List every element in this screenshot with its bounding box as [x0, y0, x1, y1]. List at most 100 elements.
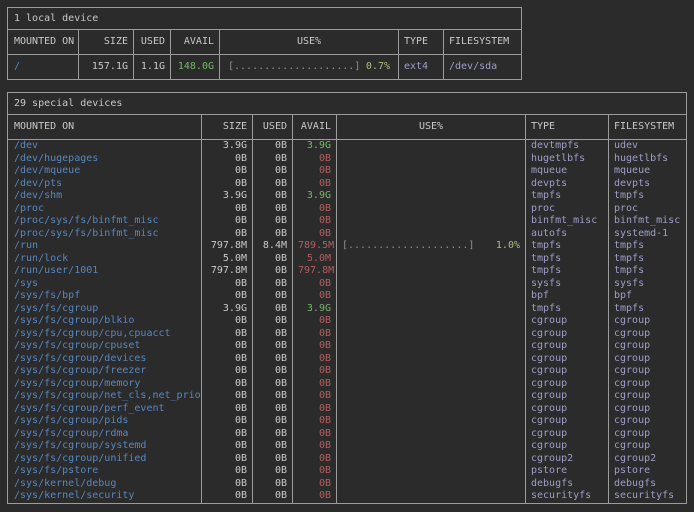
usage-bar: [....................] [342, 240, 474, 253]
filesystem-cell: cgroup2 [609, 453, 686, 466]
table-row: /sys/fs/cgroup/pids0B0B0Bcgroupcgroup [8, 415, 686, 428]
mount-point-cell: /sys/fs/cgroup/perf_event [8, 403, 202, 416]
filesystem-cell: devpts [609, 178, 686, 191]
type-cell: debugfs [526, 478, 609, 491]
type-cell: cgroup [526, 428, 609, 441]
avail-cell: 0B [293, 203, 337, 216]
type-cell: tmpfs [526, 303, 609, 316]
size-cell: 797.8M [202, 240, 253, 253]
usage-cell [337, 365, 526, 378]
column-header-used: USED [134, 30, 171, 54]
type-cell: tmpfs [526, 265, 609, 278]
usage-cell [337, 428, 526, 441]
type-cell: cgroup [526, 328, 609, 341]
used-cell: 0B [253, 378, 293, 391]
type-cell: cgroup [526, 378, 609, 391]
avail-cell: 0B [293, 390, 337, 403]
type-cell: tmpfs [526, 240, 609, 253]
usage-cell [337, 253, 526, 266]
column-header-avail: AVAIL [171, 30, 220, 54]
avail-cell: 0B [293, 353, 337, 366]
table-row: /sys/fs/bpf0B0B0Bbpfbpf [8, 290, 686, 303]
mount-point-cell: /dev [8, 140, 202, 153]
avail-cell: 3.9G [293, 140, 337, 153]
used-cell: 0B [253, 178, 293, 191]
filesystem-cell: cgroup [609, 365, 686, 378]
mount-point-cell: /run/lock [8, 253, 202, 266]
local-devices-table: 1 local deviceMOUNTED ONSIZEUSEDAVAILUSE… [7, 7, 522, 80]
table-row: /sys/fs/cgroup/devices0B0B0Bcgroupcgroup [8, 353, 686, 366]
type-cell: cgroup [526, 353, 609, 366]
table-row: /sys0B0B0Bsysfssysfs [8, 278, 686, 291]
filesystem-cell: securityfs [609, 490, 686, 503]
mount-point-cell: /sys/fs/pstore [8, 465, 202, 478]
type-cell: devpts [526, 178, 609, 191]
type-cell: pstore [526, 465, 609, 478]
table-title: 1 local device [8, 8, 521, 30]
column-header-avail: AVAIL [293, 115, 337, 139]
size-cell: 3.9G [202, 303, 253, 316]
usage-cell [337, 478, 526, 491]
type-cell: cgroup [526, 365, 609, 378]
type-cell: devtmpfs [526, 140, 609, 153]
size-cell: 0B [202, 215, 253, 228]
avail-cell: 3.9G [293, 303, 337, 316]
type-cell: cgroup [526, 403, 609, 416]
table-row: /sys/kernel/debug0B0B0Bdebugfsdebugfs [8, 478, 686, 491]
used-cell: 8.4M [253, 240, 293, 253]
used-cell: 0B [253, 165, 293, 178]
header-row: MOUNTED ONSIZEUSEDAVAILUSE%TYPEFILESYSTE… [8, 115, 686, 140]
type-cell: cgroup [526, 315, 609, 328]
column-header-filesystem: FILESYSTEM [444, 30, 521, 54]
usage-cell [337, 340, 526, 353]
type-cell: autofs [526, 228, 609, 241]
size-cell: 0B [202, 328, 253, 341]
used-cell: 0B [253, 478, 293, 491]
type-cell: cgroup [526, 440, 609, 453]
used-cell: 0B [253, 153, 293, 166]
size-cell: 3.9G [202, 190, 253, 203]
usage-cell [337, 440, 526, 453]
type-cell: cgroup [526, 415, 609, 428]
used-cell: 0B [253, 490, 293, 503]
filesystem-cell: cgroup [609, 428, 686, 441]
usage-cell [337, 290, 526, 303]
usage-cell [337, 165, 526, 178]
column-header-mounted-on: MOUNTED ON [8, 115, 202, 139]
size-cell: 0B [202, 453, 253, 466]
table-row: /sys/kernel/security0B0B0Bsecurityfssecu… [8, 490, 686, 503]
header-row: MOUNTED ONSIZEUSEDAVAILUSE%TYPEFILESYSTE… [8, 30, 521, 55]
mount-point-cell: /sys/fs/cgroup [8, 303, 202, 316]
filesystem-cell: tmpfs [609, 240, 686, 253]
size-cell: 0B [202, 315, 253, 328]
size-cell: 0B [202, 353, 253, 366]
size-cell: 0B [202, 440, 253, 453]
filesystem-cell: binfmt_misc [609, 215, 686, 228]
usage-cell [337, 303, 526, 316]
size-cell: 797.8M [202, 265, 253, 278]
filesystem-cell: tmpfs [609, 190, 686, 203]
filesystem-cell: hugetlbfs [609, 153, 686, 166]
filesystem-cell: cgroup [609, 340, 686, 353]
mount-point-cell: /sys [8, 278, 202, 291]
avail-cell: 0B [293, 490, 337, 503]
mount-point-cell: /sys/fs/cgroup/rdma [8, 428, 202, 441]
table-row: /sys/fs/cgroup/net_cls,net_prio0B0B0Bcgr… [8, 390, 686, 403]
usage-cell [337, 190, 526, 203]
usage-cell [337, 453, 526, 466]
avail-cell: 0B [293, 228, 337, 241]
table-row: /proc/sys/fs/binfmt_misc0B0B0Bautofssyst… [8, 228, 686, 241]
size-cell: 0B [202, 178, 253, 191]
mount-point-cell: /sys/fs/cgroup/blkio [8, 315, 202, 328]
filesystem-cell: proc [609, 203, 686, 216]
used-cell: 0B [253, 340, 293, 353]
mount-point-cell: /proc/sys/fs/binfmt_misc [8, 228, 202, 241]
size-cell: 0B [202, 228, 253, 241]
usage-cell [337, 215, 526, 228]
type-cell: bpf [526, 290, 609, 303]
filesystem-cell: tmpfs [609, 253, 686, 266]
table-row: /run/user/1001797.8M0B797.8Mtmpfstmpfs [8, 265, 686, 278]
usage-cell [337, 278, 526, 291]
avail-cell: 0B [293, 328, 337, 341]
usage-cell [337, 490, 526, 503]
